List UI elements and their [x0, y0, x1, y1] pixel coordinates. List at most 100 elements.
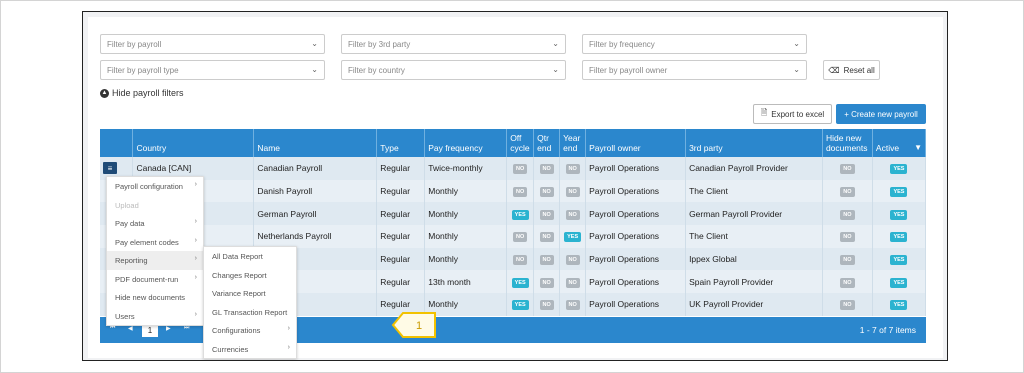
cell-active: YES	[872, 270, 927, 294]
menu-item-all-data-report[interactable]: All Data Report	[204, 247, 296, 266]
hamburger-menu-icon[interactable]: ≡	[103, 162, 117, 175]
header-line: Qtr	[537, 133, 549, 143]
header-type[interactable]: Type	[376, 129, 426, 157]
menu-item-users[interactable]: Users ›	[107, 307, 203, 326]
cell-type: Regular	[376, 225, 426, 248]
header-hide-documents[interactable]: Hide new documents	[822, 129, 873, 157]
menu-item-currencies[interactable]: Currencies ›	[204, 340, 296, 359]
cell-off-cycle: NO	[506, 225, 535, 248]
header-year-end[interactable]: Year end	[559, 129, 587, 157]
cell-text: Payroll Operations	[589, 276, 660, 287]
status-badge: NO	[513, 164, 528, 175]
cell-text: UK Payroll Provider	[689, 299, 764, 310]
cell-text: Regular	[380, 163, 411, 174]
header-third-party[interactable]: 3rd party	[685, 129, 823, 157]
header-pay-frequency[interactable]: Pay frequency	[424, 129, 508, 157]
menu-item-payroll-configuration[interactable]: Payroll configuration ›	[107, 177, 203, 196]
chevron-down-icon: ⌄	[793, 39, 800, 48]
cell-hide-docs: NO	[822, 270, 873, 294]
reset-all-button[interactable]: ⌫ Reset all	[823, 60, 880, 80]
cell-third-party: Canadian Payroll Provider	[685, 157, 823, 180]
header-line: end	[537, 143, 552, 153]
cell-third-party: The Client	[685, 179, 823, 203]
next-page-icon[interactable]: ▶	[166, 325, 171, 332]
cell-text: Monthly	[428, 254, 459, 265]
cell-third-party: UK Payroll Provider	[685, 293, 823, 316]
cell-text: Monthly	[428, 299, 459, 310]
header-payroll-owner[interactable]: Payroll owner	[585, 129, 687, 157]
chevron-down-icon: ⌄	[311, 65, 318, 74]
menu-item-pay-data[interactable]: Pay data ›	[107, 214, 203, 233]
table-row[interactable]: Danish Payroll Regular Monthly NO NO NO Payrol…	[100, 179, 927, 203]
cell-type: Regular	[376, 179, 426, 203]
header-active[interactable]: Active ▼	[872, 129, 927, 157]
status-badge: NO	[840, 164, 855, 175]
cell-off-cycle: YES	[506, 293, 535, 316]
cell-owner: Payroll Operations	[585, 270, 687, 294]
status-badge: NO	[565, 164, 580, 175]
menu-item-hide-new-documents[interactable]: Hide new documents	[107, 288, 203, 307]
menu-item-reporting[interactable]: Reporting ›	[107, 251, 203, 270]
cell-frequency: Twice-monthly	[424, 157, 508, 180]
eraser-icon: ⌫	[828, 65, 840, 75]
status-badge: YES	[511, 277, 529, 288]
filter-frequency-select[interactable]: Filter by frequency ⌄	[582, 34, 807, 54]
filter-country-select[interactable]: Filter by country ⌄	[341, 60, 566, 80]
chevron-right-icon: ›	[194, 236, 197, 244]
header-qtr-end[interactable]: Qtr end	[533, 129, 561, 157]
cell-name: Danish Payroll	[253, 179, 378, 203]
status-badge: YES	[511, 300, 529, 311]
row-context-menu: Payroll configuration › Upload Pay data › Pay…	[106, 176, 204, 326]
header-name[interactable]: Name	[253, 129, 378, 157]
cell-active: YES	[872, 202, 927, 226]
header-line: cycle	[510, 143, 530, 153]
table-row[interactable]: German Payroll Regular Monthly YES NO NO Payro…	[100, 202, 927, 226]
menu-item-label: PDF document-run	[115, 274, 179, 284]
cell-text: Spain Payroll Provider	[689, 276, 774, 287]
filter-placeholder: Filter by frequency	[589, 40, 655, 49]
chevron-down-icon: ⌄	[793, 65, 800, 74]
table-row[interactable]: ≡ Canada [CAN] Canadian Payroll Regular Twic…	[100, 157, 927, 180]
last-page-icon[interactable]: ⏭	[184, 325, 189, 332]
hide-filters-toggle[interactable]: ▲ Hide payroll filters	[100, 88, 184, 98]
chevron-right-icon: ›	[194, 218, 197, 225]
chevron-right-icon: ›	[194, 310, 197, 318]
menu-item-gl-transaction-report[interactable]: GL Transaction Report	[204, 303, 296, 322]
cell-text: Canadian Payroll	[257, 163, 323, 174]
export-excel-button[interactable]: 🗎 Export to excel	[753, 104, 832, 124]
header-country[interactable]: Country	[132, 129, 255, 157]
prev-page-icon[interactable]: ◀	[128, 325, 133, 332]
filter-third-party-select[interactable]: Filter by 3rd party ⌄	[341, 34, 566, 54]
filter-payroll-owner-select[interactable]: Filter by payroll owner ⌄	[582, 60, 807, 80]
create-payroll-button[interactable]: + Create new payroll	[836, 104, 926, 124]
menu-item-changes-report[interactable]: Changes Report	[204, 266, 296, 285]
hide-filters-label: Hide payroll filters	[112, 88, 184, 98]
callout-arrow-shape	[391, 312, 436, 338]
cell-text: Monthly	[428, 231, 459, 242]
cell-active: YES	[872, 179, 927, 203]
status-badge: NO	[565, 187, 580, 198]
menu-item-pdf-document-run[interactable]: PDF document-run ›	[107, 270, 203, 289]
cell-year-end: NO	[559, 247, 587, 271]
filter-payroll-type-select[interactable]: Filter by payroll type ⌄	[100, 60, 325, 80]
menu-item-pay-element-codes[interactable]: Pay element codes ›	[107, 233, 203, 252]
cell-text: Payroll Operations	[589, 208, 660, 219]
filter-payroll-select[interactable]: Filter by payroll ⌄	[100, 34, 325, 54]
filter-funnel-icon[interactable]: ▼	[914, 143, 922, 153]
first-page-icon[interactable]: ⏮	[110, 325, 115, 332]
menu-item-label: Currencies	[212, 344, 249, 354]
cell-frequency: Monthly	[424, 225, 508, 248]
menu-item-label: Reporting	[115, 256, 148, 265]
cell-owner: Payroll Operations	[585, 225, 687, 248]
table-row[interactable]: D]Netherlands PayrollRegularMonthlyNONOY…	[100, 225, 927, 248]
cell-off-cycle: NO	[506, 157, 535, 180]
status-badge: NO	[840, 255, 855, 266]
menu-item-configurations[interactable]: Configurations ›	[204, 321, 296, 340]
pager-info: 1 - 7 of 7 items	[859, 325, 916, 335]
header-off-cycle[interactable]: Off cycle	[506, 129, 535, 157]
menu-item-variance-report[interactable]: Variance Report	[204, 284, 296, 303]
cell-year-end: NO	[559, 157, 587, 180]
chevron-down-icon: ⌄	[552, 65, 559, 74]
header-active-label: Active	[875, 143, 900, 153]
payroll-card: Filter by payroll ⌄ Filter by 3rd party …	[88, 17, 943, 359]
